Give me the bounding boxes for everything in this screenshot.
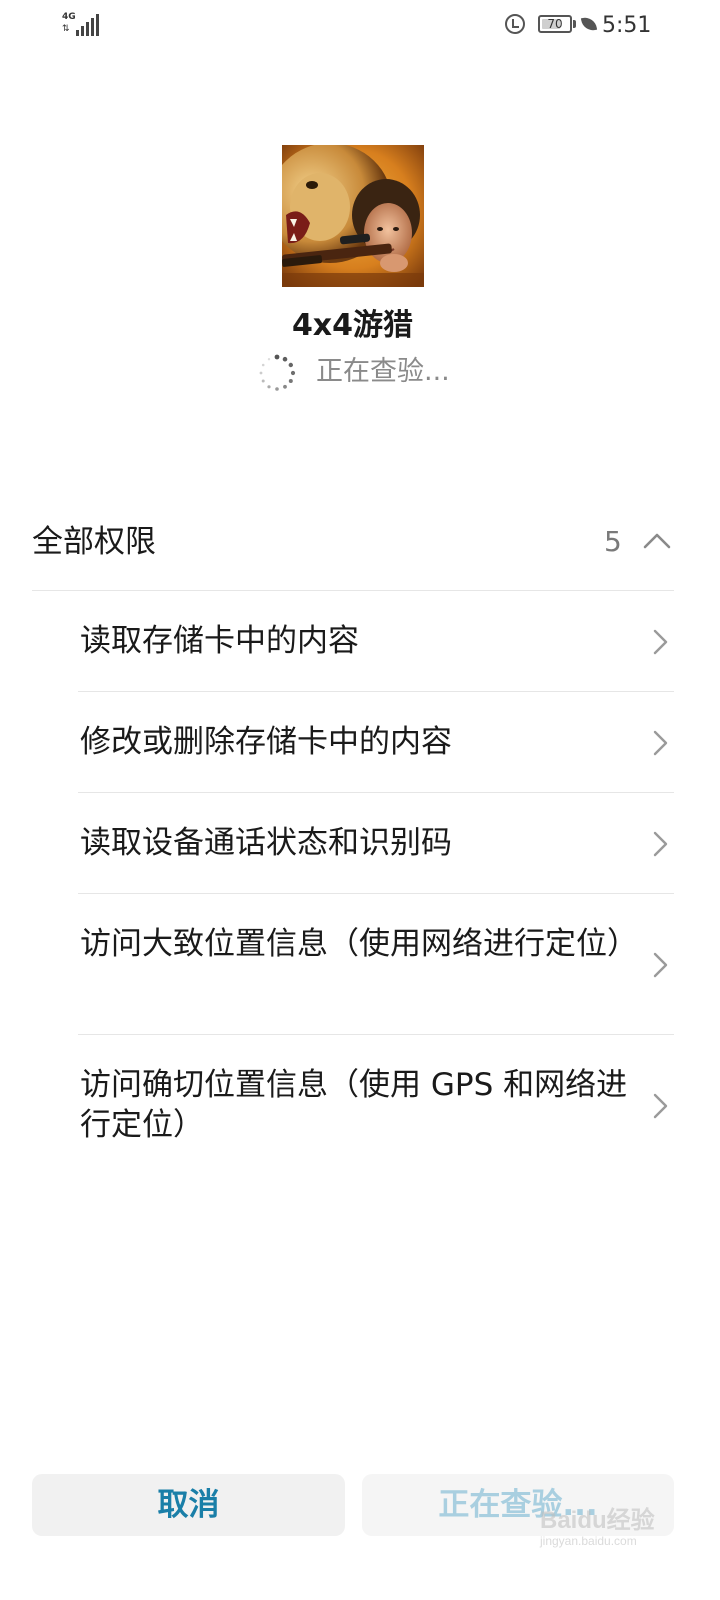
battery-level: 70 xyxy=(547,17,563,31)
leaf-icon xyxy=(580,15,598,33)
checking-status: 正在查验... xyxy=(316,356,450,387)
battery-tip xyxy=(573,20,576,28)
permission-item-phone-state[interactable]: 读取设备通话状态和识别码 xyxy=(78,793,674,894)
permission-label: 访问大致位置信息（使用网络进行定位） xyxy=(80,926,638,962)
permission-item-coarse-location[interactable]: 访问大致位置信息（使用网络进行定位） xyxy=(78,894,674,1035)
clock: 5:51 xyxy=(602,13,652,38)
sync-icon xyxy=(505,14,525,34)
chevron-up-icon[interactable] xyxy=(642,526,672,556)
chevron-right-icon xyxy=(653,1093,668,1119)
permissions-header[interactable]: 全部权限 5 xyxy=(32,510,674,590)
watermark-text: Baidu经验 xyxy=(540,1507,655,1534)
signal-bars xyxy=(76,14,100,36)
permission-label: 读取存储卡中的内容 xyxy=(80,623,359,659)
battery-icon: 70 xyxy=(538,15,572,33)
network-type: 4G xyxy=(62,12,76,22)
status-bar: 4G ⇅ 70 5:51 xyxy=(0,0,720,56)
signal-icon: 4G ⇅ xyxy=(62,12,102,38)
chevron-right-icon xyxy=(653,730,668,756)
permission-item-fine-location[interactable]: 访问确切位置信息（使用 GPS 和网络进行定位） xyxy=(78,1035,674,1176)
chevron-right-icon xyxy=(653,629,668,655)
install-screen: 4G ⇅ 70 5:51 4x4游猎 正在查验... 全部权限 5 读取存储卡中… xyxy=(0,0,720,1600)
permissions-count: 5 xyxy=(604,525,622,558)
permission-label: 修改或删除存储卡中的内容 xyxy=(80,724,452,760)
permission-item-read-storage[interactable]: 读取存储卡中的内容 xyxy=(78,591,674,692)
app-icon-image xyxy=(282,145,424,287)
permission-label: 访问确切位置信息（使用 GPS 和网络进行定位） xyxy=(80,1067,628,1143)
watermark-url: jingyan.baidu.com xyxy=(540,1534,637,1548)
permission-list: 读取存储卡中的内容 修改或删除存储卡中的内容 读取设备通话状态和识别码 访问大致… xyxy=(78,591,674,1176)
chevron-right-icon xyxy=(653,831,668,857)
app-icon xyxy=(282,145,424,287)
permissions-title: 全部权限 xyxy=(32,524,156,560)
chevron-right-icon xyxy=(653,952,668,978)
permission-item-modify-storage[interactable]: 修改或删除存储卡中的内容 xyxy=(78,692,674,793)
app-name: 4x4游猎 xyxy=(291,308,414,343)
loading-spinner-icon xyxy=(259,354,296,391)
data-arrows-icon: ⇅ xyxy=(62,24,70,34)
watermark: Baidu经验 jingyan.baidu.com xyxy=(540,1490,680,1560)
permission-label: 读取设备通话状态和识别码 xyxy=(80,825,452,861)
cancel-button[interactable]: 取消 xyxy=(32,1474,345,1536)
